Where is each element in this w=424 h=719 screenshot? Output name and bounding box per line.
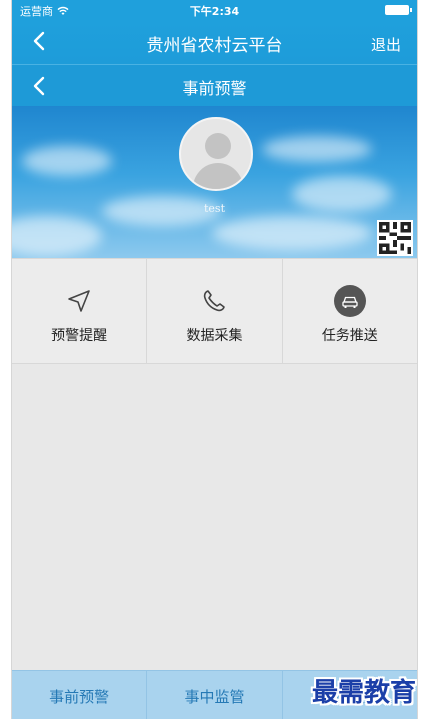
sky-cloud — [262, 136, 372, 162]
sky-cloud — [212, 216, 372, 250]
profile-banner: test — [12, 106, 417, 258]
battery-icon — [385, 5, 412, 15]
app-title: 贵州省农村云平台 — [146, 36, 283, 56]
section-header: 事前预警 — [12, 64, 417, 106]
sky-cloud — [22, 146, 112, 176]
phone-screen: 运营商 下午2:34 贵州省农村云平台 退出 事前预警 test 预警提醒 数据… — [11, 0, 418, 719]
clock: 下午2:34 — [189, 5, 240, 18]
tab-pre-warning[interactable]: 事前预警 — [12, 671, 148, 719]
car-icon — [333, 285, 366, 317]
navigation-arrow-icon — [63, 285, 95, 317]
username: test — [204, 202, 225, 215]
menu-item-label: 任务推送 — [321, 328, 378, 344]
watermark-logo: 最需教育 — [311, 678, 416, 708]
menu-item-label: 数据采集 — [186, 328, 243, 344]
logout-button[interactable]: 退出 — [371, 34, 401, 55]
app-header: 贵州省农村云平台 退出 — [12, 20, 417, 64]
phone-icon — [198, 285, 230, 317]
menu-item-warning[interactable]: 预警提醒 — [12, 259, 148, 363]
feature-menu: 预警提醒 数据采集 任务推送 — [12, 258, 417, 364]
status-bar: 运营商 下午2:34 — [12, 0, 417, 20]
section-title: 事前预警 — [182, 79, 247, 98]
menu-item-task-push[interactable]: 任务推送 — [283, 259, 417, 363]
avatar-body — [193, 163, 243, 189]
avatar[interactable] — [179, 117, 253, 191]
menu-item-data-collection[interactable]: 数据采集 — [147, 259, 283, 363]
qr-code-icon[interactable] — [377, 220, 413, 256]
menu-item-label: 预警提醒 — [51, 328, 108, 344]
sky-cloud — [12, 216, 102, 256]
tab-supervision[interactable]: 事中监管 — [147, 671, 283, 719]
avatar-head — [205, 133, 231, 159]
